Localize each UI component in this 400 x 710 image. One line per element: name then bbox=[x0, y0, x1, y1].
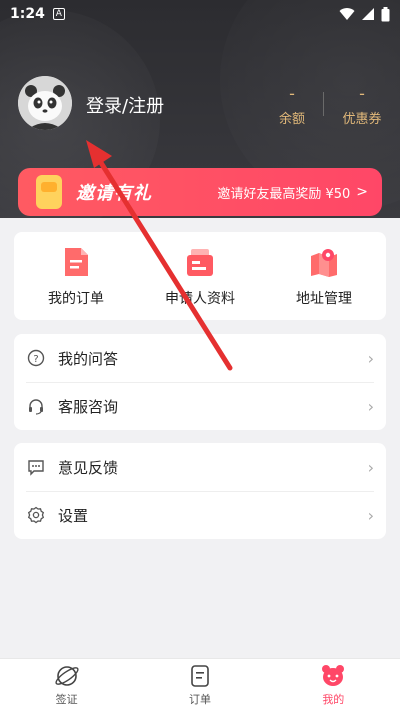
list-icon bbox=[187, 663, 213, 689]
menu-card-1: ? 我的问答 › 客服咨询 › bbox=[14, 334, 386, 430]
chevron-right-icon: › bbox=[367, 396, 374, 416]
coupon-value: - bbox=[359, 84, 365, 103]
my-orders-label: 我的订单 bbox=[48, 291, 104, 307]
id-card-icon bbox=[187, 249, 213, 276]
status-time: 1:24 bbox=[10, 6, 45, 22]
coupon-stat[interactable]: - 优惠券 bbox=[332, 84, 392, 127]
chevron-right-icon: › bbox=[367, 348, 374, 368]
gear-icon bbox=[26, 505, 46, 525]
bottom-tab-bar: 签证 订单 我的 bbox=[0, 658, 400, 710]
feedback-label: 意见反馈 bbox=[58, 458, 119, 477]
tab-mine-label: 我的 bbox=[322, 693, 345, 706]
tab-mine[interactable]: 我的 bbox=[267, 659, 400, 710]
headset-icon bbox=[26, 396, 46, 416]
address-management-label: 地址管理 bbox=[296, 291, 352, 307]
invite-banner[interactable]: 邀请有礼 邀请好友最高奖励 ¥50 > bbox=[18, 168, 382, 216]
gift-card-icon bbox=[36, 175, 62, 209]
balance-value: - bbox=[289, 84, 295, 103]
applicant-info-label: 申请人资料 bbox=[165, 291, 235, 307]
svg-text:?: ? bbox=[33, 354, 38, 365]
status-icons bbox=[339, 6, 390, 22]
tab-orders[interactable]: 订单 bbox=[133, 659, 266, 710]
quick-actions-card: 我的订单 申请人资料 地址管理 bbox=[14, 232, 386, 320]
signal-icon bbox=[362, 8, 374, 20]
map-pin-icon bbox=[311, 249, 337, 277]
document-icon bbox=[65, 248, 88, 276]
invite-subtitle: 邀请好友最高奖励 ¥50 bbox=[217, 186, 351, 202]
battery-icon bbox=[381, 6, 390, 21]
tab-orders-label: 订单 bbox=[188, 693, 211, 706]
chevron-right-icon: › bbox=[367, 457, 374, 477]
status-bar: 1:24 A bbox=[0, 0, 400, 28]
wifi-icon bbox=[339, 8, 355, 20]
customer-service-row[interactable]: 客服咨询 › bbox=[14, 382, 386, 430]
customer-service-label: 客服咨询 bbox=[58, 397, 119, 416]
feedback-row[interactable]: 意见反馈 › bbox=[14, 443, 386, 491]
tab-visa-label: 签证 bbox=[55, 693, 78, 706]
settings-label: 设置 bbox=[58, 506, 89, 525]
applicant-info-button[interactable]: 申请人资料 bbox=[138, 232, 262, 320]
question-icon: ? bbox=[26, 348, 46, 368]
notification-icon: A bbox=[52, 8, 65, 20]
invite-title: 邀请有礼 bbox=[76, 183, 152, 204]
login-register-link[interactable]: 登录/注册 bbox=[86, 92, 164, 118]
my-qa-label: 我的问答 bbox=[58, 349, 119, 368]
address-management-button[interactable]: 地址管理 bbox=[262, 232, 386, 320]
menu-card-2: 意见反馈 › 设置 › bbox=[14, 443, 386, 539]
balance-label: 余额 bbox=[278, 112, 305, 127]
chevron-right-icon: > bbox=[356, 184, 368, 200]
stat-divider bbox=[323, 92, 324, 116]
settings-row[interactable]: 设置 › bbox=[14, 491, 386, 539]
coupon-label: 优惠券 bbox=[342, 112, 382, 127]
chat-icon bbox=[26, 457, 46, 477]
chevron-right-icon: › bbox=[367, 505, 374, 525]
avatar[interactable] bbox=[18, 76, 72, 130]
bear-icon bbox=[320, 663, 346, 689]
panda-avatar-icon bbox=[18, 76, 72, 130]
tab-visa[interactable]: 签证 bbox=[0, 659, 133, 710]
planet-icon bbox=[54, 663, 80, 689]
my-orders-button[interactable]: 我的订单 bbox=[14, 232, 138, 320]
balance-stat[interactable]: - 余额 bbox=[262, 84, 322, 127]
my-qa-row[interactable]: ? 我的问答 › bbox=[14, 334, 386, 382]
